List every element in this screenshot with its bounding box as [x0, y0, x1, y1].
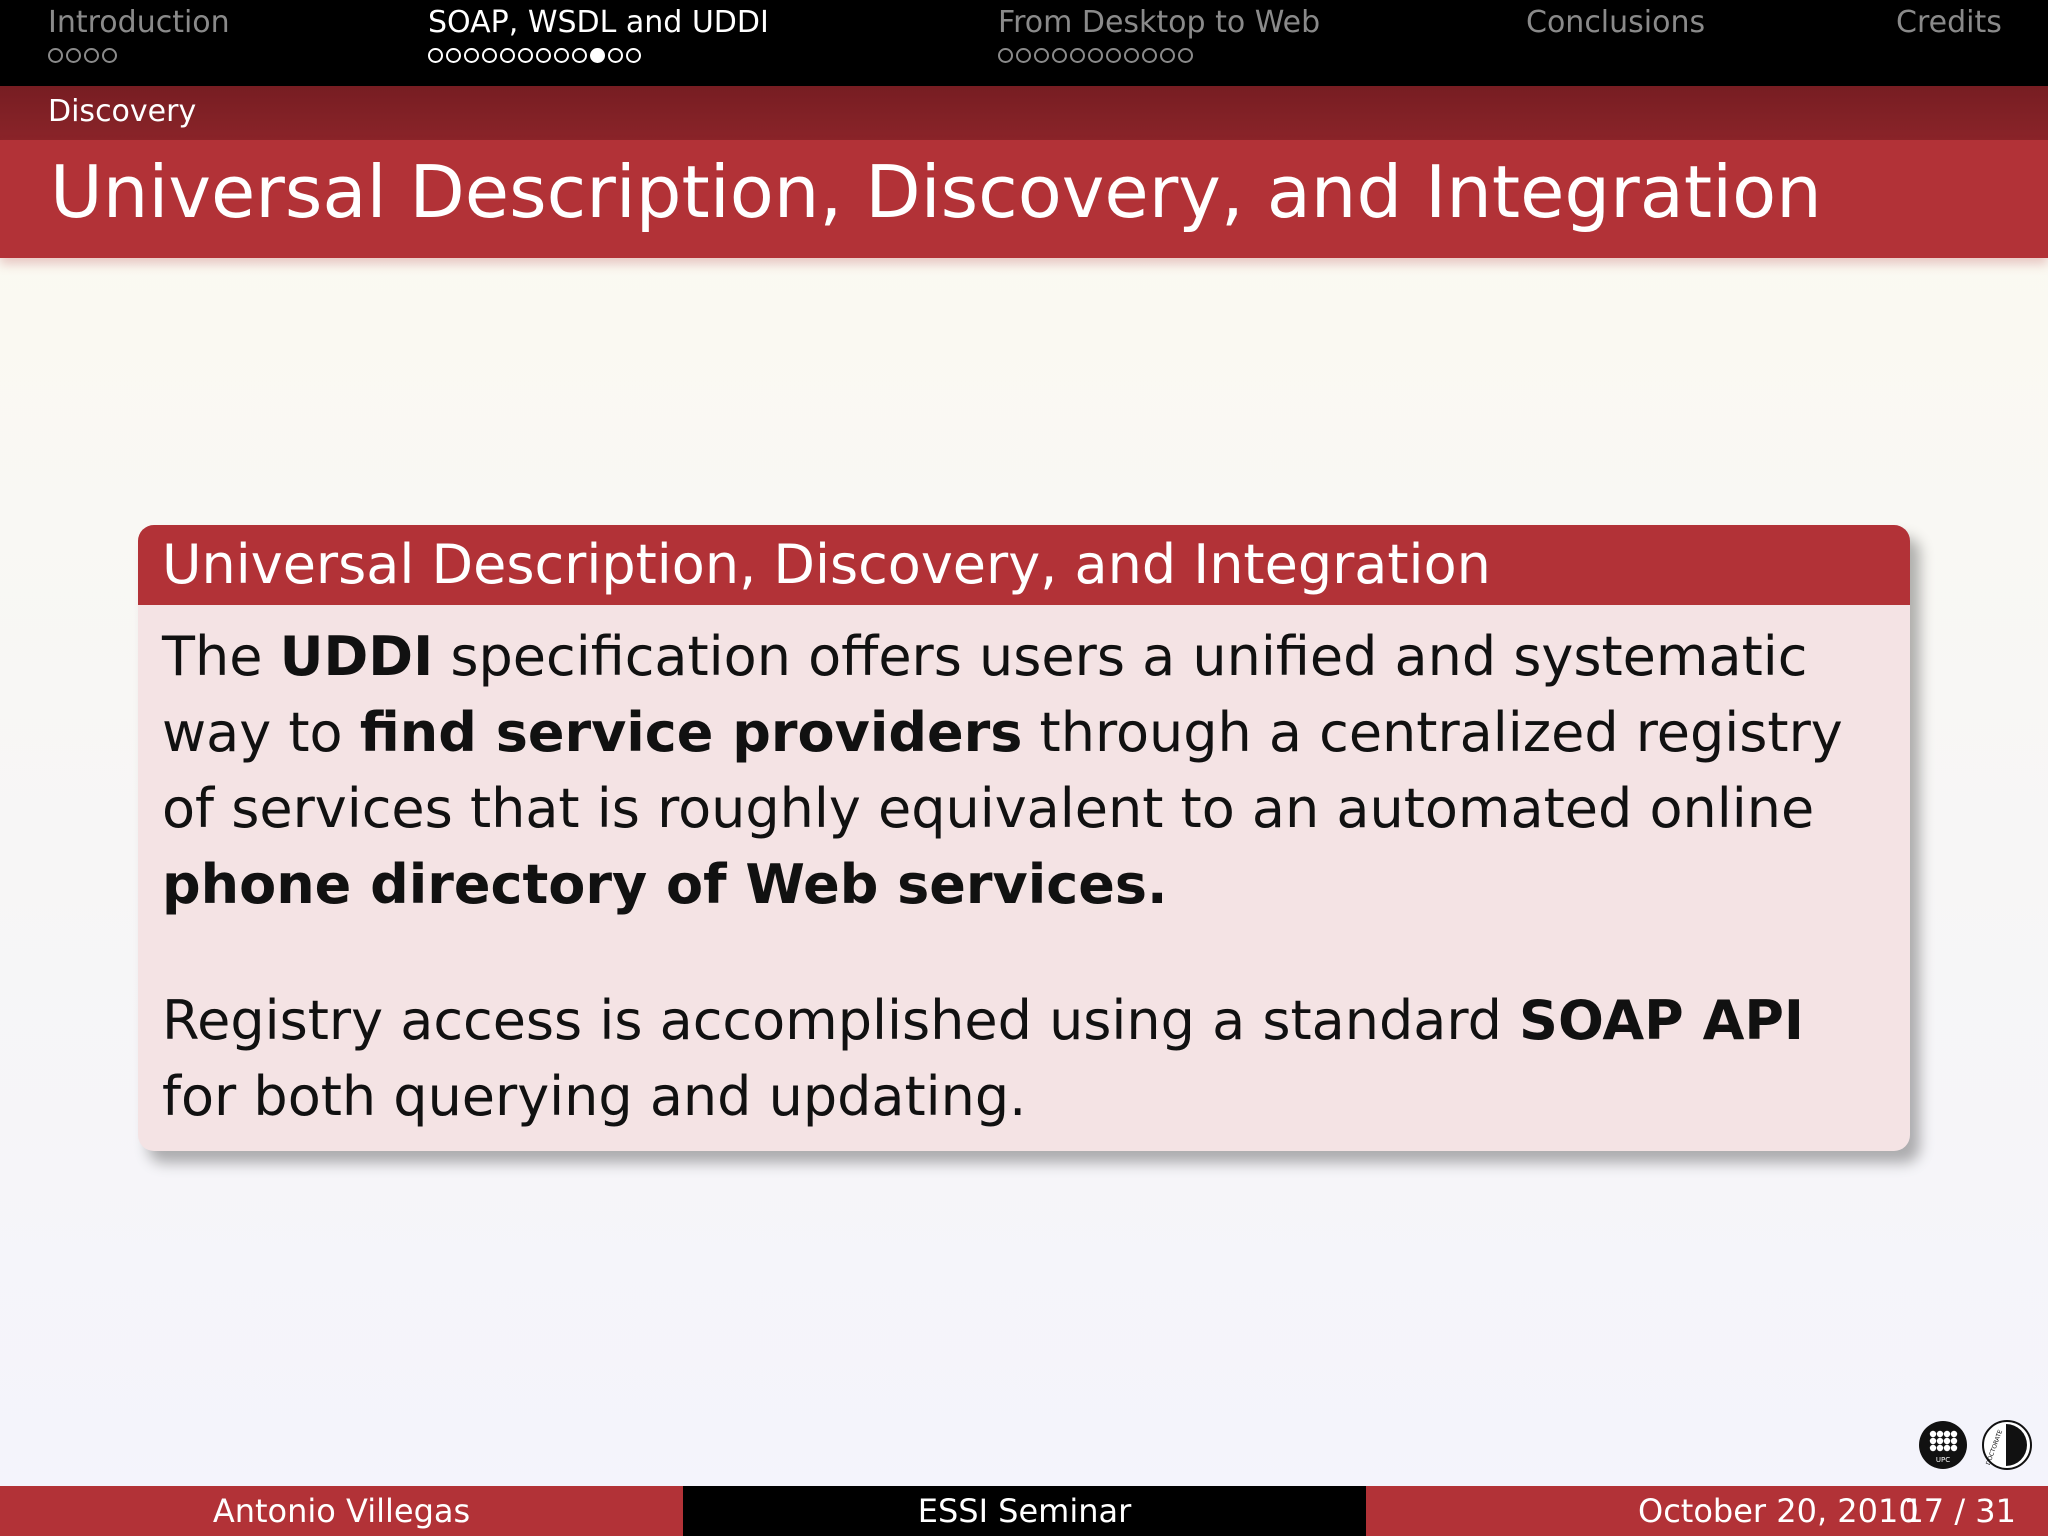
emphasis-phone-directory: phone directory of Web services.	[162, 853, 1168, 916]
nav-section-credits[interactable]: Credits	[1896, 4, 2002, 42]
slide-dot[interactable]	[48, 48, 63, 63]
slide-dot[interactable]	[500, 48, 515, 63]
text-run: The	[162, 625, 280, 688]
emphasis-soap-api: SOAP API	[1519, 989, 1805, 1052]
page-number: 17 / 31	[1903, 1492, 2016, 1530]
block-title: Universal Description, Discovery, and In…	[138, 525, 1910, 605]
slide-dot[interactable]	[1070, 48, 1085, 63]
footer-author: Antonio Villegas	[0, 1486, 683, 1536]
emphasis-find-service-providers: find service providers	[359, 701, 1023, 764]
slide-dot[interactable]	[1088, 48, 1103, 63]
frame-title-bar: Universal Description, Discovery, and In…	[0, 140, 2048, 258]
slide-dot[interactable]	[1016, 48, 1031, 63]
doctorate-logo-icon: DOCTORATE	[1982, 1420, 2032, 1470]
current-slide-dot[interactable]	[590, 48, 605, 63]
nav-section-title: SOAP, WSDL and UDDI	[428, 5, 769, 40]
subsection-title: Discovery	[48, 94, 197, 129]
slide-dot[interactable]	[626, 48, 641, 63]
slide-dot[interactable]	[102, 48, 117, 63]
subsection-bar: Discovery	[0, 86, 2048, 140]
slide-dot[interactable]	[1052, 48, 1067, 63]
nav-section-introduction[interactable]: Introduction	[48, 4, 230, 66]
slide-dot[interactable]	[998, 48, 1013, 63]
institution-logos: UPC DOCTORATE	[1918, 1420, 2032, 1470]
nav-section-title: From Desktop to Web	[998, 5, 1321, 40]
slide-dot[interactable]	[1142, 48, 1157, 63]
nav-section-desktop-to-web[interactable]: From Desktop to Web	[998, 4, 1320, 66]
paragraph-uddi-definition: The UDDI specification offers users a un…	[162, 619, 1888, 923]
slide-dot[interactable]	[608, 48, 623, 63]
footer-event: ESSI Seminar	[683, 1486, 1366, 1536]
nav-section-slide-dots	[428, 48, 769, 66]
content-block: Universal Description, Discovery, and In…	[138, 525, 1910, 1151]
navigation-bar: Introduction SOAP, WSDL and UDDI From De…	[0, 0, 2048, 86]
block-body: The UDDI specification offers users a un…	[138, 605, 1910, 1135]
nav-section-slide-dots	[998, 48, 1320, 66]
slide-dot[interactable]	[518, 48, 533, 63]
text-run: Registry access is accomplished using a …	[162, 989, 1520, 1052]
frame-title: Universal Description, Discovery, and In…	[50, 150, 1822, 234]
slide-dot[interactable]	[1160, 48, 1175, 63]
slide-dot[interactable]	[482, 48, 497, 63]
slide-dot[interactable]	[1034, 48, 1049, 63]
footer-bar: Antonio Villegas ESSI Seminar October 20…	[0, 1486, 2048, 1536]
slide-dot[interactable]	[446, 48, 461, 63]
upc-logo-icon: UPC	[1919, 1421, 1967, 1469]
paragraph-registry-access: Registry access is accomplished using a …	[162, 983, 1888, 1135]
footer-date-page: October 20, 2010 17 / 31	[1366, 1486, 2048, 1536]
emphasis-uddi: UDDI	[279, 625, 434, 688]
nav-section-slide-dots	[48, 48, 230, 66]
slide-dot[interactable]	[464, 48, 479, 63]
slide-dot[interactable]	[1178, 48, 1193, 63]
footer-date: October 20, 2010	[1638, 1492, 1919, 1530]
text-run: for both querying and updating.	[162, 1065, 1027, 1128]
slide-dot[interactable]	[554, 48, 569, 63]
slide-dot[interactable]	[572, 48, 587, 63]
nav-section-conclusions[interactable]: Conclusions	[1526, 4, 1705, 42]
nav-section-soap-wsdl-uddi[interactable]: SOAP, WSDL and UDDI	[428, 4, 769, 66]
slide-dot[interactable]	[536, 48, 551, 63]
slide-dot[interactable]	[1106, 48, 1121, 63]
nav-section-title: Credits	[1896, 5, 2002, 40]
slide-dot[interactable]	[1124, 48, 1139, 63]
slide-dot[interactable]	[84, 48, 99, 63]
slide-dot[interactable]	[428, 48, 443, 63]
slide-dot[interactable]	[66, 48, 81, 63]
nav-section-title: Introduction	[48, 5, 230, 40]
nav-section-title: Conclusions	[1526, 5, 1706, 40]
upc-logo-text: UPC	[1936, 1456, 1950, 1464]
